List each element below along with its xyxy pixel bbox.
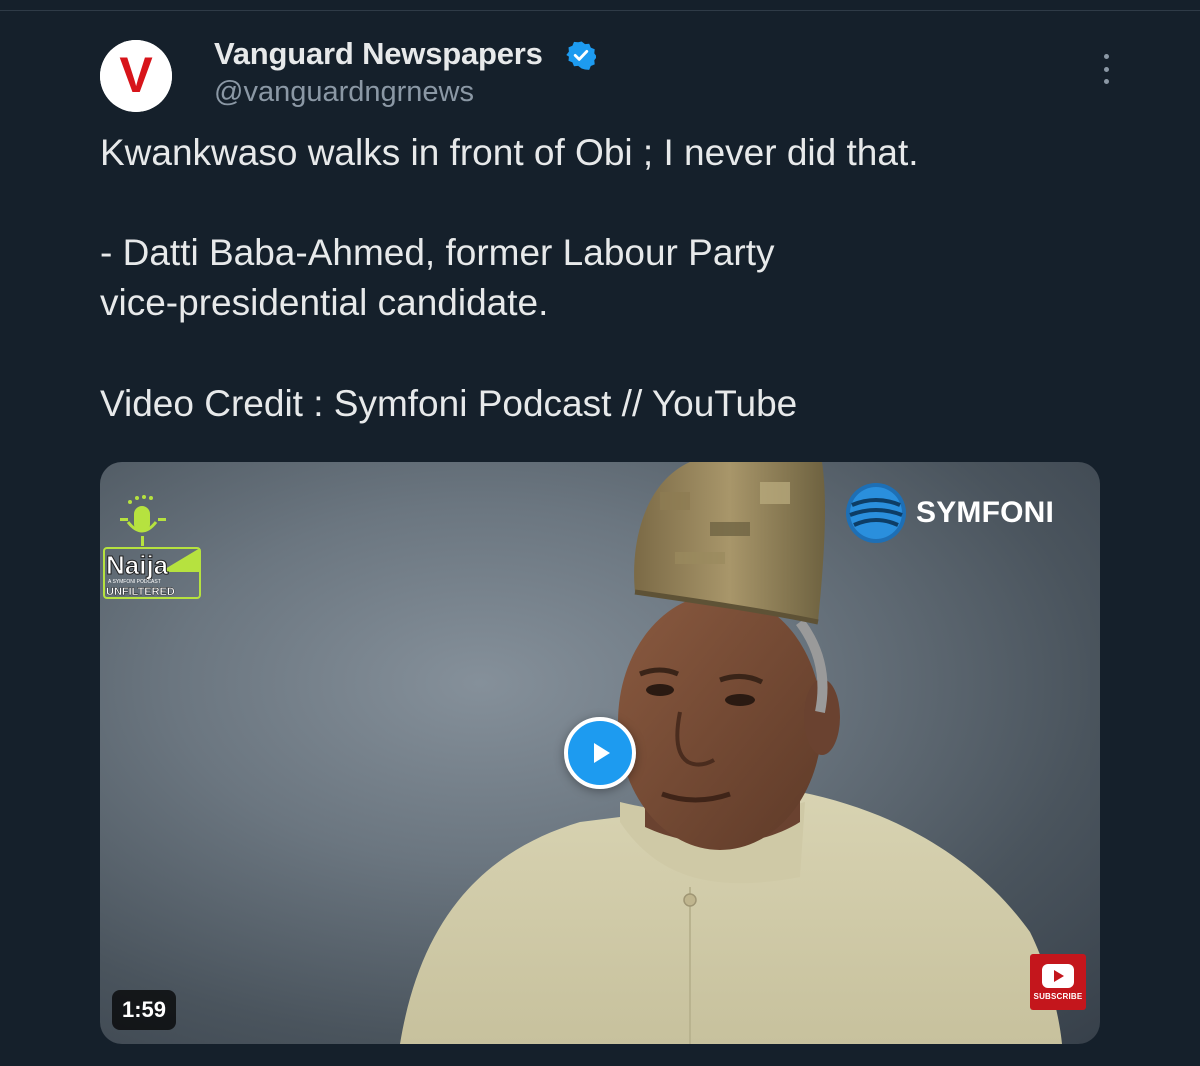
author-name[interactable]: Vanguard Newspapers xyxy=(214,36,543,72)
tweet: V Vanguard Newspapers @vanguardngrnews K… xyxy=(0,0,1200,1066)
vanguard-logo-icon: V xyxy=(100,40,172,112)
tweet-text-line: vice-presidential candidate. xyxy=(100,282,549,323)
author-handle[interactable]: @vanguardngrnews xyxy=(214,76,474,109)
symfoni-wordmark: SYMFONI xyxy=(916,496,1055,529)
symfoni-logo: SYMFONI xyxy=(844,478,1084,548)
tweet-text-line: Video Credit : Symfoni Podcast // YouTub… xyxy=(100,383,798,424)
video-duration: 1:59 xyxy=(112,990,176,1030)
subscribe-label: SUBSCRIBE xyxy=(1033,992,1083,1001)
play-icon xyxy=(594,743,610,763)
play-button[interactable] xyxy=(564,717,636,789)
more-options-icon[interactable] xyxy=(1094,54,1118,84)
naija-title: Naija xyxy=(106,550,169,580)
naija-tagline: A SYMFONI PODCAST xyxy=(108,579,161,585)
avatar-letter: V xyxy=(119,47,153,103)
video-player[interactable]: Naija A SYMFONI PODCAST UNFILTERED SYMFO… xyxy=(100,462,1100,1044)
youtube-subscribe-icon xyxy=(1042,964,1074,988)
naija-unfiltered-logo: Naija A SYMFONI PODCAST UNFILTERED xyxy=(103,495,201,599)
verified-badge-icon xyxy=(566,41,596,70)
tweet-text-line: - Datti Baba-Ahmed, former Labour Party xyxy=(100,232,775,273)
symfoni-globe-icon xyxy=(846,483,906,543)
youtube-subscribe-badge: SUBSCRIBE xyxy=(1030,954,1086,1010)
author-avatar[interactable]: V xyxy=(100,40,172,112)
tweet-text-line: Kwankwaso walks in front of Obi ; I neve… xyxy=(100,132,919,173)
naija-subtitle: UNFILTERED xyxy=(106,586,175,598)
